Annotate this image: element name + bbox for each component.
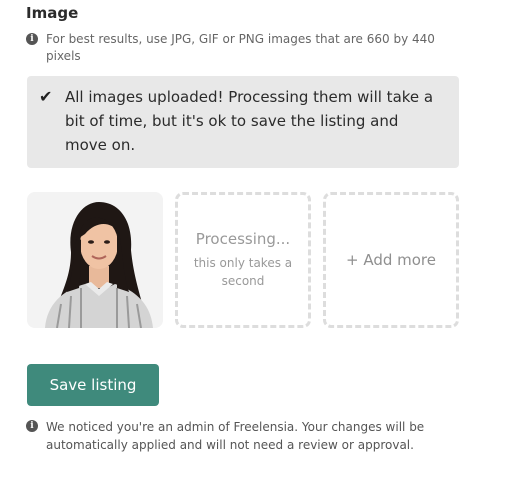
processing-title: Processing... [195,230,291,248]
uploaded-photo-thumbnail[interactable] [27,192,163,328]
checkmark-icon: ✔ [39,87,53,106]
alert-text: All images uploaded! Processing them wil… [65,88,434,154]
notice-text: We noticed you're an admin of Freelensia… [46,420,425,452]
admin-notice: i We noticed you're an admin of Freelens… [26,418,446,454]
processing-subtitle: this only takes a second [193,256,293,288]
image-upload-section: Image i For best results, use JPG, GIF o… [0,0,508,483]
info-icon: i [26,420,38,432]
hint-text: For best results, use JPG, GIF or PNG im… [46,32,435,63]
upload-success-alert: ✔ All images uploaded! Processing them w… [27,76,459,168]
portrait-photo [27,192,163,328]
save-listing-button[interactable]: Save listing [27,364,159,406]
add-more-button[interactable]: + Add more [323,192,459,328]
processing-tile: Processing... this only takes a second [175,192,311,328]
image-size-hint: i For best results, use JPG, GIF or PNG … [26,31,446,65]
info-icon: i [26,33,38,45]
section-title: Image [26,4,79,22]
